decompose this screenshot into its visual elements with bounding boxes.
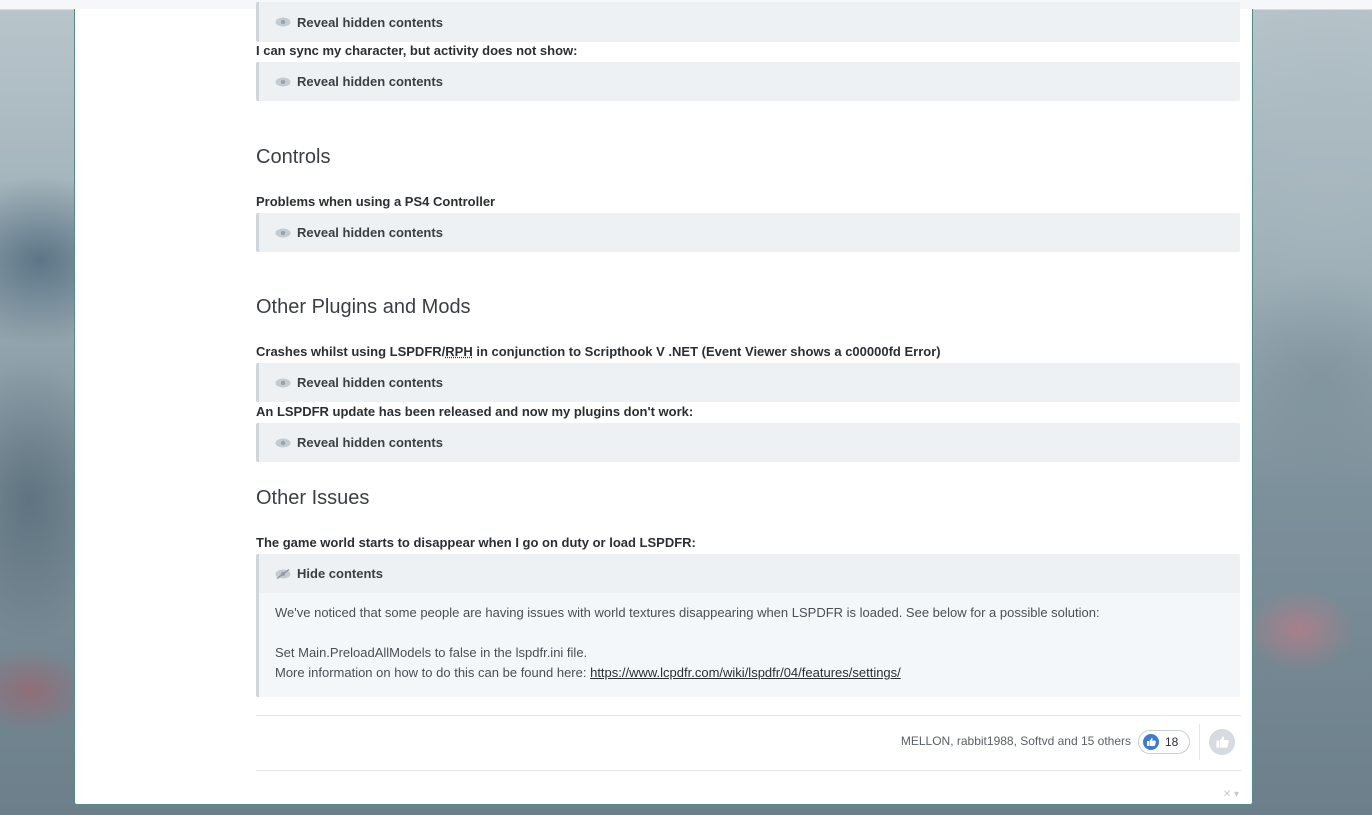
post-card: Reveal hidden contents I can sync my cha… <box>74 2 1253 805</box>
eye-icon <box>275 77 291 86</box>
rph-abbreviation: RPH <box>445 344 473 359</box>
spoiler-hide-toggle[interactable]: Hide contents <box>259 554 1240 593</box>
spoiler-toggle[interactable]: Reveal hidden contents <box>259 2 1240 42</box>
spoiler-label: Reveal hidden contents <box>297 225 443 240</box>
eye-icon <box>275 438 291 447</box>
question-text-part: in conjunction to Scripthook V .NET (Eve… <box>472 344 941 359</box>
thumbs-up-icon <box>1216 736 1229 748</box>
react-button[interactable] <box>1209 729 1235 755</box>
question-heading: Crashes whilst using LSPDFR/RPH in conju… <box>256 342 941 362</box>
spoiler-block[interactable]: Reveal hidden contents <box>256 363 1240 402</box>
spoiler-label: Hide contents <box>297 566 383 581</box>
section-title-controls: Controls <box>256 146 331 168</box>
spoiler-label: Reveal hidden contents <box>297 14 443 30</box>
settings-wiki-link[interactable]: https://www.lcpdfr.com/wiki/lspdfr/04/fe… <box>590 665 901 680</box>
spoiler-block[interactable]: Reveal hidden contents <box>256 213 1240 252</box>
spoiler-label: Reveal hidden contents <box>297 375 443 390</box>
spoiler-block-open: Hide contents We've noticed that some pe… <box>256 554 1240 697</box>
spoiler-toggle[interactable]: Reveal hidden contents <box>259 213 1240 252</box>
content-line: More information on how to do this can b… <box>275 663 1224 683</box>
reaction-users[interactable]: MELLON, rabbit1988, Softvd and 15 others <box>901 734 1131 748</box>
question-heading: An LSPDFR update has been released and n… <box>256 404 694 419</box>
content-line: We've noticed that some people are havin… <box>275 605 1100 620</box>
reaction-bar: MELLON, rabbit1988, Softvd and 15 others… <box>256 715 1241 771</box>
section-title-plugins: Other Plugins and Mods <box>256 296 471 318</box>
eye-slash-icon <box>275 568 291 579</box>
divider <box>1199 724 1200 760</box>
reaction-count: 18 <box>1165 735 1179 749</box>
close-icon[interactable]: ✕ ▾ <box>1223 789 1239 800</box>
eye-icon <box>275 17 291 27</box>
spoiler-block[interactable]: Reveal hidden contents <box>256 2 1240 42</box>
spoiler-label: Reveal hidden contents <box>297 74 443 89</box>
content-text: More information on how to do this can b… <box>275 665 591 680</box>
spoiler-toggle[interactable]: Reveal hidden contents <box>259 363 1240 402</box>
thumbs-up-icon <box>1143 734 1159 750</box>
eye-icon <box>275 378 291 387</box>
thumbs-up-glyph <box>1147 738 1156 746</box>
eye-icon <box>275 228 291 237</box>
spoiler-toggle[interactable]: Reveal hidden contents <box>259 423 1240 462</box>
spoiler-content: We've noticed that some people are havin… <box>259 593 1240 697</box>
reaction-count-pill[interactable]: 18 <box>1138 730 1190 754</box>
question-text-part: Crashes whilst using LSPDFR/ <box>256 344 446 359</box>
spoiler-block[interactable]: Reveal hidden contents <box>256 423 1240 462</box>
spoiler-block[interactable]: Reveal hidden contents <box>256 62 1240 101</box>
question-heading: The game world starts to disappear when … <box>256 535 696 550</box>
content-line: Set Main.PreloadAllModels to false in th… <box>275 645 588 660</box>
spoiler-toggle[interactable]: Reveal hidden contents <box>259 62 1240 101</box>
section-title-other: Other Issues <box>256 487 370 509</box>
spoiler-label: Reveal hidden contents <box>297 435 443 450</box>
question-heading: Problems when using a PS4 Controller <box>256 194 496 209</box>
question-heading: I can sync my character, but activity do… <box>256 43 578 58</box>
